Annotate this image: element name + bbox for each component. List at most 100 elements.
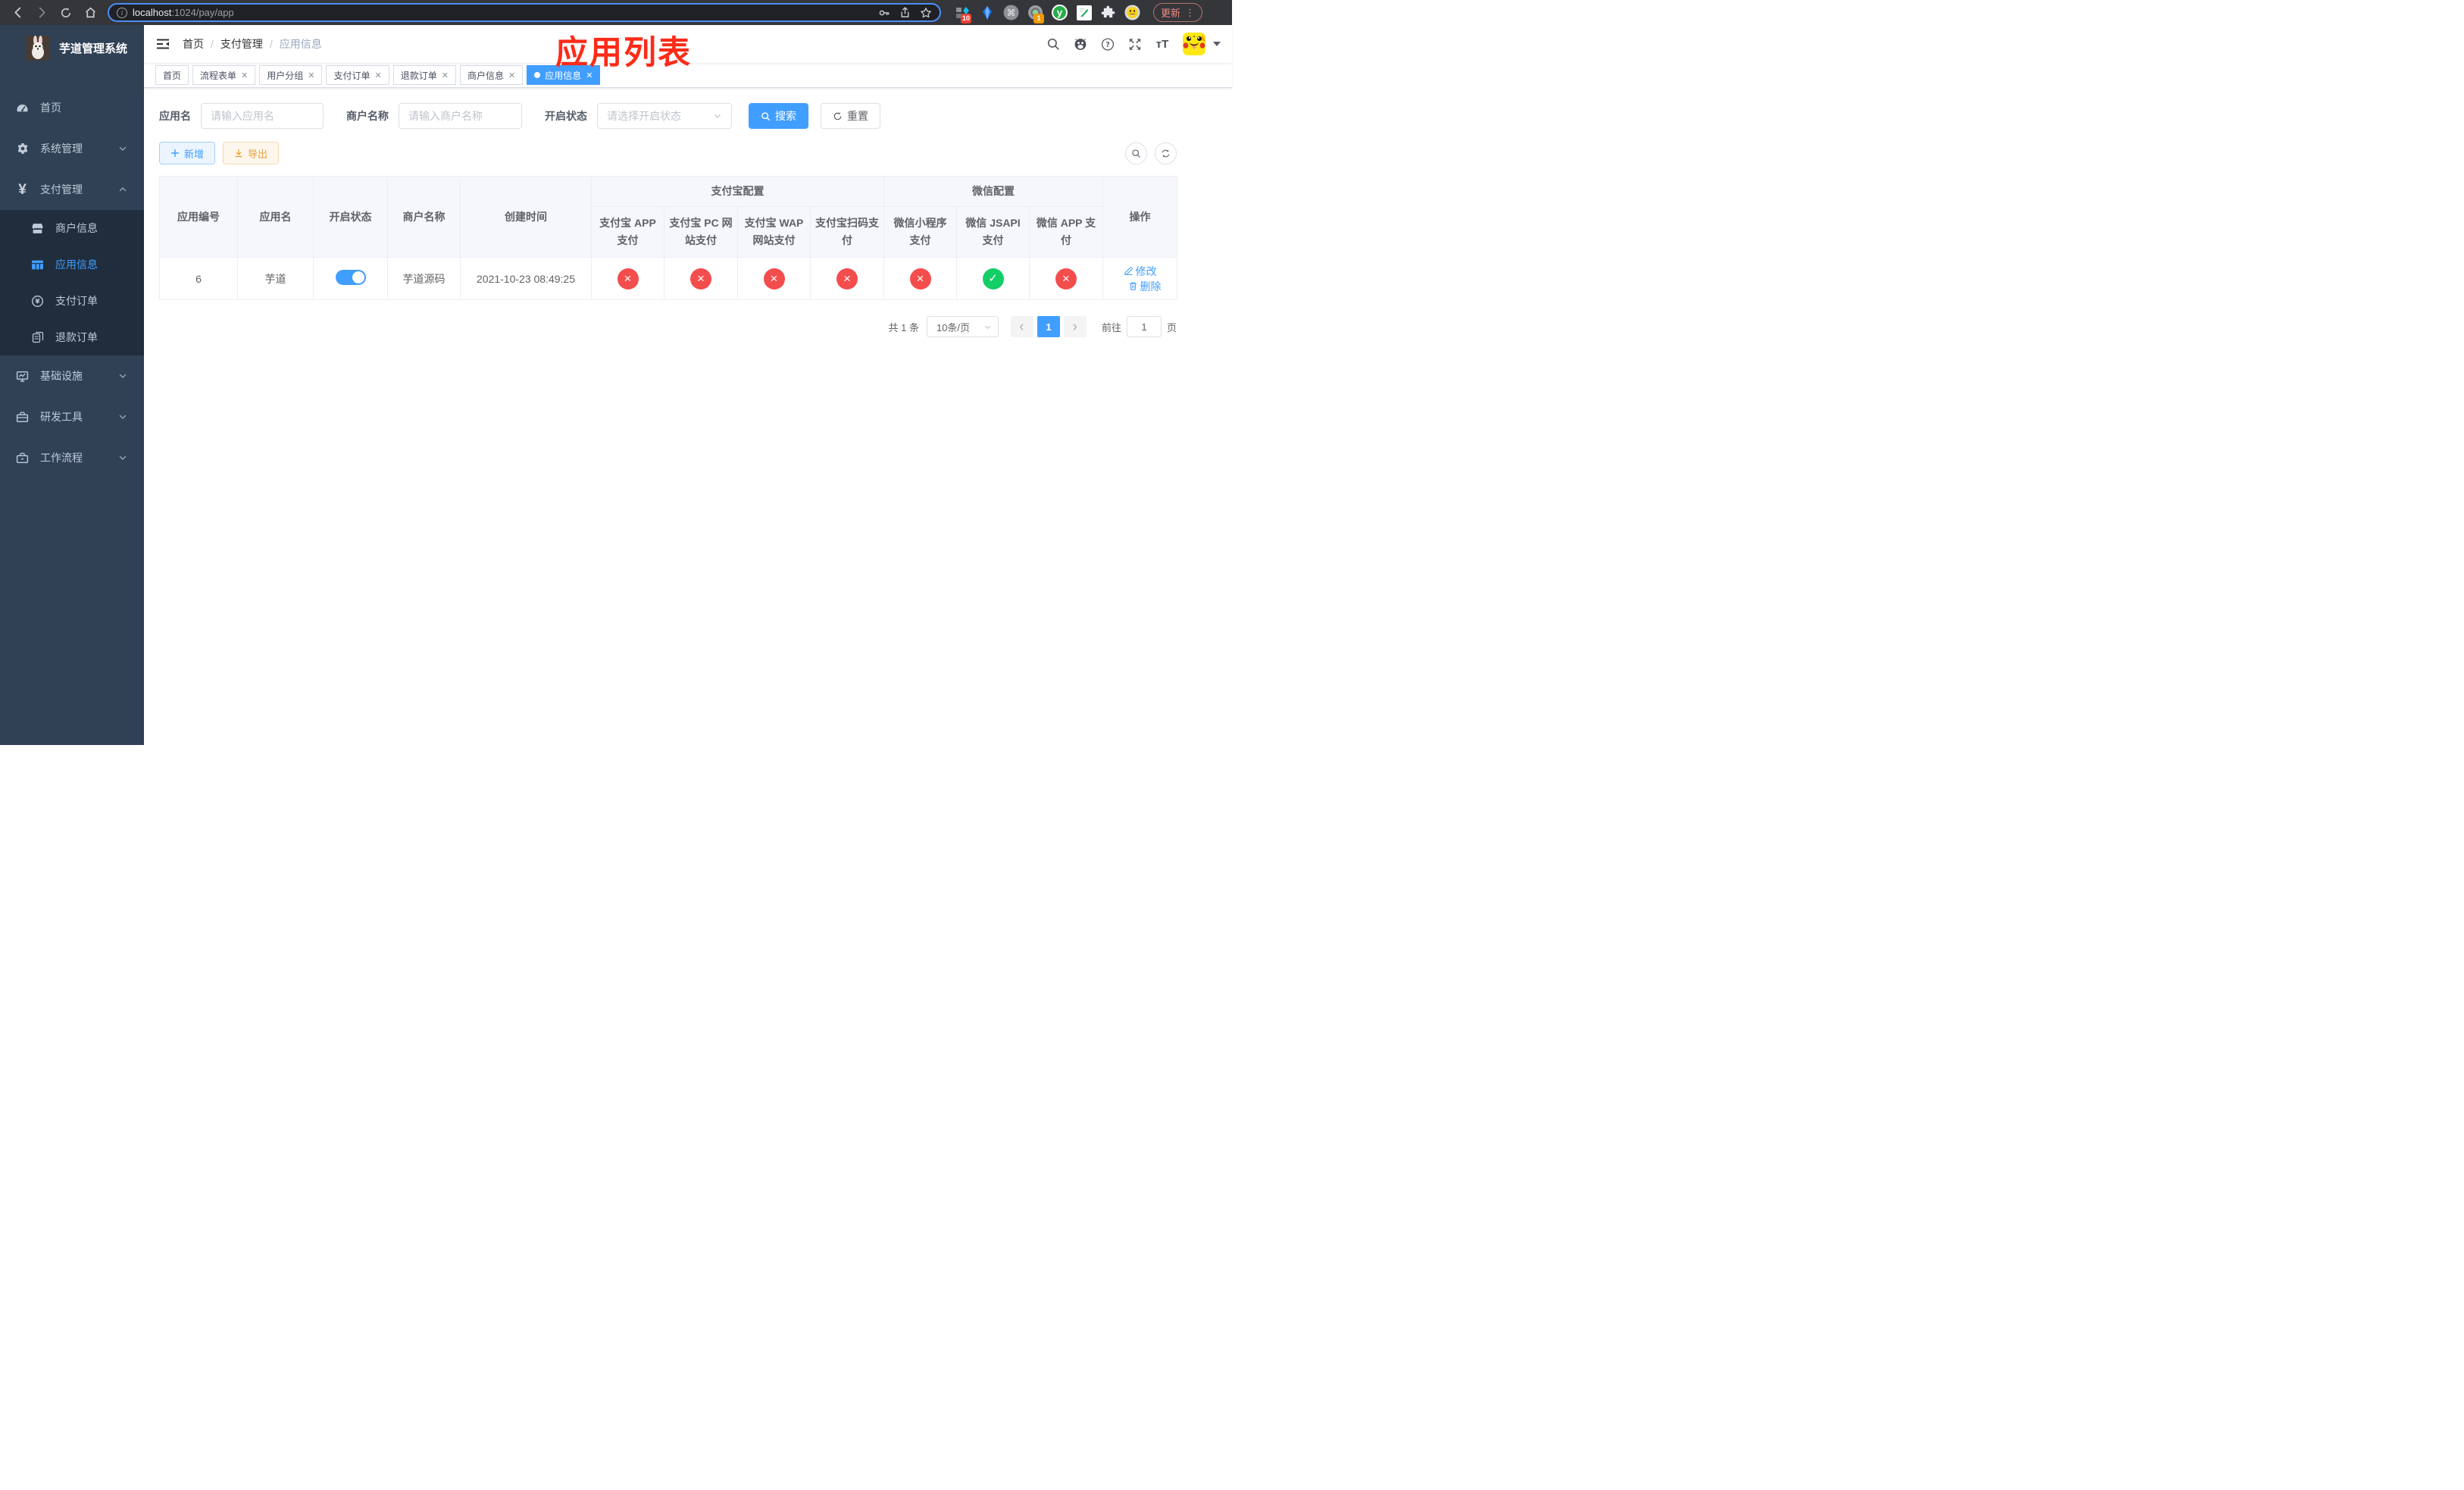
address-bar[interactable]: i localhost:1024/pay/app [108,3,941,22]
cell-actions: 修改 删除 [1102,257,1177,300]
tag-process-form[interactable]: 流程表单 ✕ [192,65,256,85]
pay-order-icon: ¥ [31,295,44,308]
status-label: 开启状态 [545,110,587,122]
extension-blue-diamond-icon[interactable]: 10 [955,5,972,23]
sidebar-fold-icon[interactable] [155,36,170,52]
password-key-icon[interactable] [878,7,890,19]
browser-reload-button[interactable] [56,3,76,23]
user-avatar[interactable] [1183,33,1205,55]
extension-badge: 1 [1033,14,1044,23]
tag-refund-orders[interactable]: 退款订单 ✕ [392,65,456,85]
sidebar-item-merchant-info[interactable]: 商户信息 [0,210,144,246]
sidebar-item-app-info[interactable]: 应用信息 [0,246,144,283]
page-content: 应用名 商户名称 开启状态 请选择开启状态 [144,88,1232,745]
sidebar-item-home[interactable]: 首页 [0,87,144,128]
extensions-puzzle-icon[interactable] [1100,5,1116,20]
browser-back-button[interactable] [8,3,27,23]
sidebar-item-workflow[interactable]: 工作流程 [0,437,144,478]
close-icon[interactable]: ✕ [375,70,382,80]
close-icon[interactable]: ✕ [241,70,248,80]
delete-link[interactable]: 删除 [1128,279,1162,294]
alipay-app-status-icon: × [617,268,639,290]
gear-icon [16,142,29,155]
site-info-icon[interactable]: i [117,7,127,18]
profile-avatar-icon[interactable] [1124,5,1140,20]
tag-merchant-info[interactable]: 商户信息 ✕ [459,65,524,85]
col-alipay-wap: 支付宝 WAP 网站支付 [737,206,811,258]
prev-page-button[interactable] [1010,316,1033,337]
red-annotation-text: 应用列表 [555,35,692,71]
export-button[interactable]: 导出 [223,142,280,164]
status-select[interactable]: 请选择开启状态 [597,103,732,129]
shop-icon [31,222,44,235]
url-text[interactable]: localhost:1024/pay/app [133,7,873,18]
pagination: 共 1 条 10条/页 1 前往 页 [159,316,1177,337]
sidebar-item-infrastructure[interactable]: 基础设施 [0,355,144,396]
cell-created: 2021-10-23 08:49:25 [460,257,592,300]
extension-camera-icon[interactable]: 1 [1027,5,1044,23]
browser-update-button[interactable]: 更新 ⋮ [1153,3,1203,22]
breadcrumb-current: 应用信息 [279,38,322,50]
app-logo[interactable]: 芋道管理系统 [0,25,144,70]
refund-icon [31,331,44,344]
app-name-input[interactable] [211,110,314,122]
breadcrumb-payment[interactable]: 支付管理 [220,36,263,52]
avatar-dropdown-caret[interactable] [1213,42,1221,46]
extension-gem-icon[interactable] [979,5,995,20]
sidebar-item-dev-tools[interactable]: 研发工具 [0,396,144,437]
browser-forward-button[interactable] [32,3,52,23]
refresh-table-button[interactable] [1155,142,1177,164]
col-group-wechat: 微信配置 [883,176,1103,207]
next-page-button[interactable] [1063,316,1087,337]
app-name-label: 应用名 [159,110,191,122]
show-search-toggle-button[interactable] [1125,142,1147,164]
tag-user-group[interactable]: 用户分组 ✕ [259,65,323,85]
svg-text:?: ? [1105,41,1109,49]
close-icon[interactable]: ✕ [508,70,515,80]
tag-home[interactable]: 首页 [155,65,189,85]
sidebar-item-payment[interactable]: ¥ 支付管理 [0,169,144,210]
svg-text:⌘: ⌘ [1007,8,1016,18]
help-icon[interactable]: ? [1101,37,1115,51]
pagination-total: 共 1 条 [888,321,919,333]
merchant-name-input[interactable] [408,110,512,122]
edit-link[interactable]: 修改 [1124,264,1157,279]
share-icon[interactable] [899,7,911,18]
header-search-icon[interactable] [1046,37,1060,51]
table-toolbar: 新增 导出 [159,142,1177,164]
close-icon[interactable]: ✕ [308,70,314,80]
sidebar-item-pay-orders[interactable]: ¥ 支付订单 [0,283,144,319]
extension-command-icon[interactable]: ⌘ [1003,5,1019,20]
search-button[interactable]: 搜索 [749,103,808,129]
col-alipay-app: 支付宝 APP 支付 [591,206,664,258]
breadcrumb: 首页 / 支付管理 / 应用信息 [183,36,322,52]
status-toggle[interactable] [335,270,366,285]
col-actions: 操作 [1102,176,1177,258]
close-icon[interactable]: ✕ [442,70,449,80]
github-icon[interactable] [1074,37,1087,51]
browser-extensions: 10 ⌘ 1 y 更新 ⋮ [955,3,1203,23]
bookmark-star-icon[interactable] [920,7,932,19]
browser-home-button[interactable] [80,3,100,23]
page-number-1[interactable]: 1 [1037,316,1060,337]
browser-toolbar: i localhost:1024/pay/app 10 ⌘ 1 y 更新 ⋮ [0,0,1232,25]
extension-doc-icon[interactable] [1076,5,1092,20]
chevron-down-icon [118,453,127,462]
extension-y-icon[interactable]: y [1052,5,1068,20]
reset-button[interactable]: 重置 [821,103,880,129]
col-group-alipay: 支付宝配置 [591,176,884,207]
goto-page-input[interactable] [1126,316,1162,337]
tag-pay-orders[interactable]: 支付订单 ✕ [326,65,389,85]
search-form: 应用名 商户名称 开启状态 请选择开启状态 [159,103,1177,129]
cell-app-id: 6 [159,257,238,300]
page-size-select[interactable]: 10条/页 [926,316,999,337]
breadcrumb-home[interactable]: 首页 [183,36,204,52]
sidebar-item-refund-orders[interactable]: 退款订单 [0,319,144,355]
browser-menu-icon[interactable]: ⋮ [1185,8,1195,17]
sidebar-item-system[interactable]: 系统管理 [0,128,144,169]
yen-icon: ¥ [18,181,27,198]
add-button[interactable]: 新增 [159,142,216,164]
top-navbar: 首页 / 支付管理 / 应用信息 应用列表 ? ᴛT [144,25,1232,71]
font-size-icon[interactable]: ᴛT [1155,37,1169,51]
fullscreen-icon[interactable] [1128,37,1142,51]
